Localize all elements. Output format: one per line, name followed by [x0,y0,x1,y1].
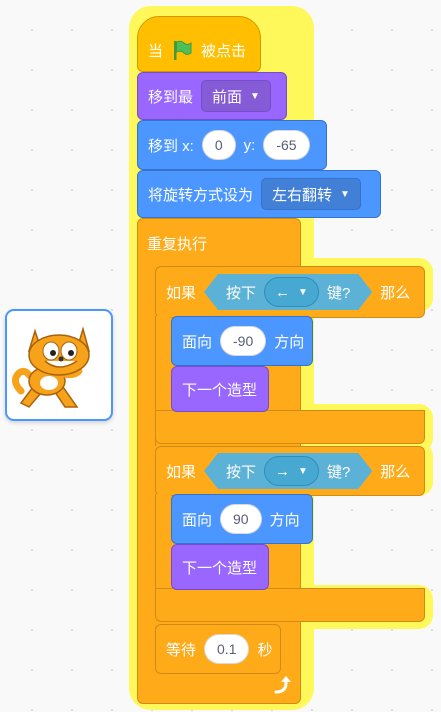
when-suffix-label: 被点击 [201,42,247,60]
if-end-2 [155,588,425,622]
then-label-2: 那么 [380,463,411,481]
wait-label: 等待 [166,641,197,659]
caret-down-icon: ▼ [340,188,350,200]
green-flag-icon [174,40,192,60]
go-to-y-label: y: [243,136,256,154]
direction-input-2[interactable]: 90 [220,504,262,534]
point-suffix-2: 方向 [269,511,300,529]
wait-seconds-input[interactable]: 0.1 [204,634,250,664]
sprite-thumbnail[interactable] [5,309,113,421]
key-pressed-condition-2[interactable]: 按下 → ▼ 键? [204,453,372,489]
caret-down-icon: ▼ [298,465,308,477]
then-label-1: 那么 [380,284,411,302]
next-costume-block-1[interactable]: 下一个造型 [171,366,269,412]
forever-loop-arrow [270,674,296,698]
wait-block[interactable]: 等待 0.1 秒 [155,624,281,674]
if-end-1 [155,410,425,444]
key-dropdown-1[interactable]: ← ▼ [264,277,319,307]
key-dropdown-2[interactable]: → ▼ [264,456,319,486]
key-suffix-label-2: 键? [326,463,351,481]
cat-sprite-icon [12,326,91,408]
go-to-x-label: 移到 x: [148,137,194,155]
if-label-1: 如果 [166,284,197,302]
y-input[interactable]: -65 [263,130,310,160]
rotation-style-dropdown[interactable]: 左右翻转 ▼ [261,178,361,210]
forever-label-row: 重复执行 [137,224,207,262]
next-costume-label-2: 下一个造型 [182,559,258,577]
next-costume-block-2[interactable]: 下一个造型 [171,544,269,590]
when-prefix-label: 当 [148,42,164,60]
caret-down-icon: ▼ [250,90,260,102]
layer-dropdown[interactable]: 前面 ▼ [201,80,271,112]
caret-down-icon: ▼ [298,286,308,298]
point-in-direction-block-2[interactable]: 面向 90 方向 [171,494,313,544]
key-pressed-condition-1[interactable]: 按下 ← ▼ 键? [204,274,372,310]
rotation-style-label: 将旋转方式设为 [148,186,254,204]
next-costume-label-1: 下一个造型 [182,381,258,399]
go-to-xy-block[interactable]: 移到 x: 0 y: -65 [137,120,327,170]
key-suffix-label-1: 键? [326,284,351,302]
if-arm-2 [155,494,171,594]
point-label-2: 面向 [182,511,213,529]
direction-input-1[interactable]: -90 [220,326,267,356]
point-suffix-1: 方向 [274,333,305,351]
go-to-layer-block[interactable]: 移到最 前面 ▼ [137,72,287,120]
wait-unit-label: 秒 [257,641,273,659]
key-dropdown-value-1: ← [275,283,291,301]
rotation-style-value: 左右翻转 [272,186,333,204]
go-to-layer-label: 移到最 [148,88,194,106]
loop-arrow-icon [274,676,291,694]
key-prefix-label-1: 按下 [226,284,257,302]
x-input[interactable]: 0 [201,130,236,160]
if-block-2[interactable]: 如果 按下 → ▼ 键? 那么 [155,446,425,496]
key-dropdown-value-2: → [275,462,291,480]
if-label-2: 如果 [166,463,197,481]
key-prefix-label-2: 按下 [226,463,257,481]
set-rotation-style-block[interactable]: 将旋转方式设为 左右翻转 ▼ [137,170,381,218]
forever-label: 重复执行 [147,235,208,253]
layer-dropdown-value: 前面 [212,88,243,106]
point-in-direction-block-1[interactable]: 面向 -90 方向 [171,316,313,366]
point-label-1: 面向 [182,333,213,351]
when-flag-clicked-block[interactable]: 当 被点击 [137,16,261,72]
if-block-1[interactable]: 如果 按下 ← ▼ 键? 那么 [155,266,425,318]
